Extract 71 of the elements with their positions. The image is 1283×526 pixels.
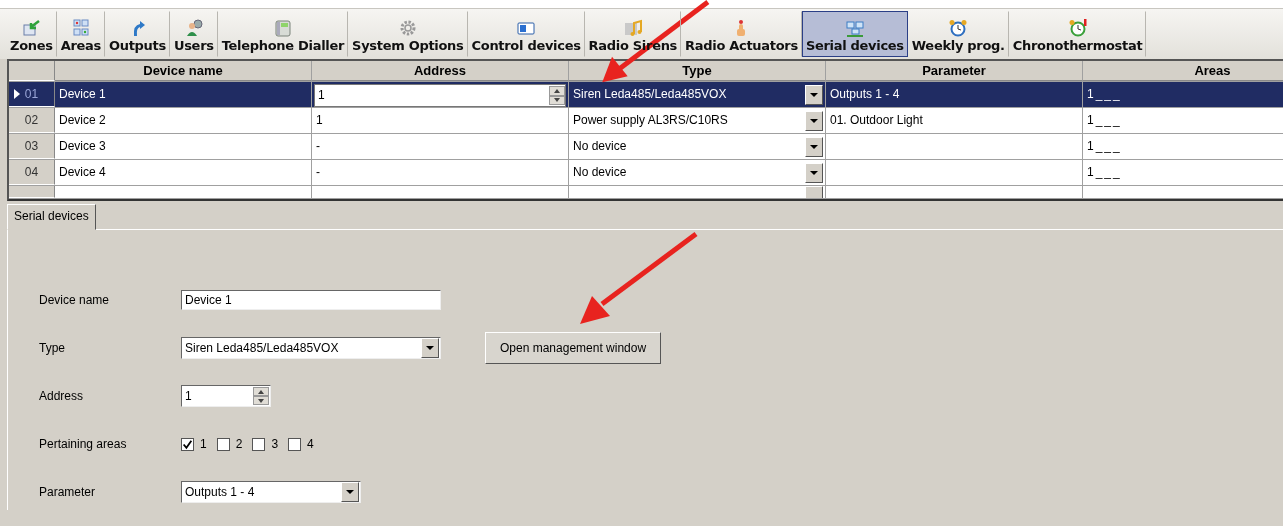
column-header[interactable]: Address bbox=[312, 61, 569, 81]
area-checkbox[interactable] bbox=[252, 437, 266, 451]
toolbar-button[interactable]: Radio Actuators bbox=[681, 11, 802, 57]
up-arrow-icon[interactable] bbox=[258, 389, 264, 394]
parameter-dropdown[interactable]: Outputs 1 - 4 bbox=[181, 481, 361, 503]
box-arrow-icon bbox=[21, 19, 42, 37]
checkbox-label: 4 bbox=[307, 437, 314, 451]
network-icon bbox=[844, 19, 865, 37]
panel-icon bbox=[516, 19, 537, 37]
toolbar-button[interactable]: Outputs bbox=[105, 11, 170, 57]
toolbar-button[interactable]: Areas bbox=[56, 11, 105, 57]
area-checkbox[interactable] bbox=[181, 437, 194, 451]
toolbar-button[interactable]: Chronothermostat bbox=[1008, 11, 1147, 57]
column-header[interactable]: Device name bbox=[55, 61, 312, 81]
row-header[interactable]: 02 bbox=[9, 108, 55, 133]
table-cell: 1___ bbox=[1083, 160, 1283, 185]
area-checkbox[interactable] bbox=[216, 437, 230, 451]
alarm-clock-icon bbox=[948, 19, 969, 37]
checkbox-label: 2 bbox=[235, 437, 243, 451]
type-dropdown-cell[interactable]: Power supply AL3RS/C10RS bbox=[569, 108, 826, 133]
checkbox-label: 1 bbox=[200, 437, 207, 451]
column-header[interactable]: Areas bbox=[1083, 61, 1283, 81]
type-dropdown-cell[interactable]: No device bbox=[569, 134, 826, 159]
up-arrow-icon[interactable] bbox=[554, 88, 560, 93]
table-cell: 1___ bbox=[1083, 108, 1283, 133]
column-header[interactable]: Parameter bbox=[826, 61, 1083, 81]
phone-icon bbox=[272, 19, 293, 37]
device-name-field[interactable]: Device 1 bbox=[181, 290, 441, 310]
table-cell: Device 2 bbox=[55, 108, 312, 133]
field-label: Device name bbox=[39, 293, 111, 307]
dropdown-arrow-icon[interactable] bbox=[346, 490, 354, 494]
type-dropdown-cell[interactable]: No device bbox=[569, 160, 826, 185]
down-arrow-icon[interactable] bbox=[554, 98, 560, 103]
field-label: Type bbox=[39, 341, 66, 355]
area-checkbox[interactable] bbox=[288, 437, 302, 451]
table-cell: 1___ bbox=[1083, 134, 1283, 159]
checkbox-label: 3 bbox=[271, 437, 279, 451]
tab[interactable]: Serial devices bbox=[7, 204, 96, 230]
alarm-clock-icon bbox=[1067, 19, 1088, 37]
address-spin-field[interactable]: 1 bbox=[314, 84, 566, 107]
toolbar-button[interactable]: Telephone Dialler bbox=[217, 11, 349, 57]
toolbar-button[interactable]: Control devices bbox=[467, 11, 585, 57]
table-cell: Device 4 bbox=[55, 160, 312, 185]
table-cell: - bbox=[312, 160, 569, 185]
toolbar-button[interactable]: System Options bbox=[348, 11, 468, 57]
toolbar-button[interactable]: Zones bbox=[6, 11, 57, 57]
music-note-icon bbox=[622, 19, 643, 37]
table-cell: Device 3 bbox=[55, 134, 312, 159]
field-label: Pertaining areas bbox=[39, 437, 128, 451]
table-cell: Outputs 1 - 4 bbox=[826, 82, 1083, 107]
open-management-window-button[interactable]: Open management window bbox=[485, 332, 662, 364]
row-header[interactable]: 01 bbox=[9, 82, 55, 107]
row-header[interactable]: 03 bbox=[9, 134, 55, 159]
grid-icon bbox=[70, 19, 91, 37]
toolbar-button[interactable]: Serial devices bbox=[801, 11, 908, 57]
type-dropdown[interactable]: Siren Leda485/Leda485VOX bbox=[181, 337, 441, 359]
field-label: Parameter bbox=[39, 485, 97, 499]
table-cell: 1 bbox=[312, 108, 569, 133]
dropdown-arrow-icon[interactable] bbox=[426, 346, 434, 350]
table-cell: - bbox=[312, 134, 569, 159]
row-pointer-icon bbox=[14, 89, 20, 99]
table-cell: Device 1 bbox=[55, 82, 312, 107]
row-header[interactable]: 04 bbox=[9, 160, 55, 185]
type-dropdown-cell[interactable]: Siren Leda485/Leda485VOX bbox=[569, 82, 826, 107]
address-spin-field[interactable]: 1 bbox=[181, 385, 271, 407]
toolbar-button[interactable]: Weekly prog. bbox=[907, 11, 1009, 57]
table-cell: 01. Outdoor Light bbox=[826, 108, 1083, 133]
down-arrow-icon[interactable] bbox=[258, 398, 264, 403]
table-cell: 1___ bbox=[1083, 82, 1283, 107]
field-label: Address bbox=[39, 389, 85, 403]
toolbar-button[interactable]: Users bbox=[169, 11, 218, 57]
